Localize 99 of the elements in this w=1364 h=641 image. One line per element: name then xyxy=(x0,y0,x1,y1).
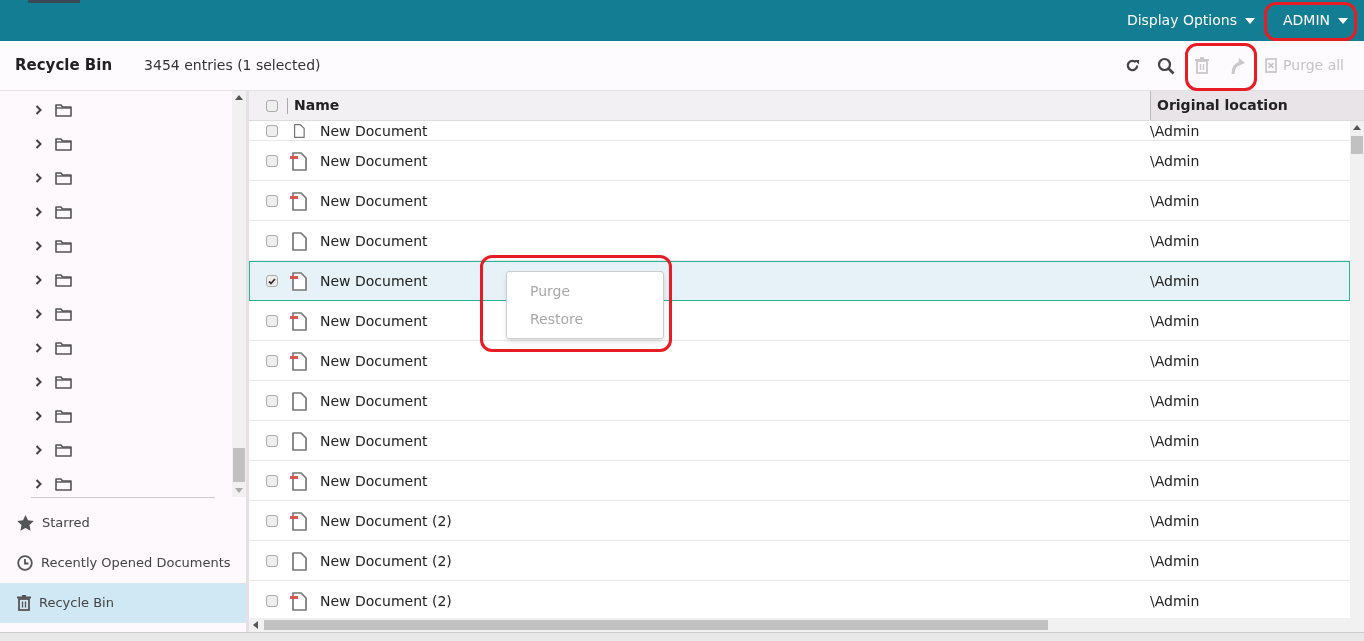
location-cell-text: \Admin xyxy=(1150,431,1200,451)
location-cell-text: \Admin xyxy=(1150,471,1200,491)
folder-icon xyxy=(55,103,72,117)
location-cell-text: \Admin xyxy=(1150,551,1200,571)
row-checkbox[interactable] xyxy=(266,155,278,167)
scroll-up-icon xyxy=(1353,125,1361,130)
table-row[interactable]: New Document \Admin xyxy=(249,141,1350,181)
trash-icon xyxy=(1195,57,1210,74)
row-checkbox[interactable] xyxy=(266,515,278,527)
document-name: New Document (2) xyxy=(320,513,452,529)
table-row[interactable]: New Document \Admin xyxy=(249,421,1350,461)
row-checkbox[interactable] xyxy=(266,195,278,207)
folder-icon xyxy=(55,137,72,151)
folder-icon xyxy=(55,205,72,219)
location-cell-text: \Admin xyxy=(1150,591,1200,611)
user-menu[interactable]: ADMIN xyxy=(1266,0,1364,41)
row-checkbox[interactable] xyxy=(266,595,278,607)
table-row[interactable]: New Document (2) \Admin xyxy=(249,541,1350,581)
folder-icon xyxy=(55,341,72,355)
search-icon xyxy=(1157,56,1176,75)
display-options-menu[interactable]: Display Options xyxy=(1114,0,1267,41)
table-row[interactable]: New Document (2) \Admin xyxy=(249,501,1350,541)
document-name: New Document (2) xyxy=(320,553,452,569)
document-name: New Document xyxy=(320,233,428,249)
document-name: New Document xyxy=(320,473,428,489)
clock-icon xyxy=(17,555,33,571)
curved-arrow-icon xyxy=(1231,57,1246,74)
refresh-icon xyxy=(1124,58,1140,73)
document-name: New Document xyxy=(320,433,428,449)
scroll-down-icon xyxy=(235,488,243,493)
flagged-document-icon xyxy=(290,311,308,331)
location-cell-text: \Admin xyxy=(1150,191,1200,211)
folder-icon xyxy=(55,239,72,253)
folder-icon xyxy=(55,307,72,321)
logo-fragment xyxy=(28,0,80,3)
nav-item[interactable]: Recently Opened Documents xyxy=(0,543,246,583)
document-icon xyxy=(290,231,308,251)
annotation-outline xyxy=(1185,43,1257,91)
document-icon xyxy=(290,551,308,571)
document-name: New Document xyxy=(320,313,428,329)
document-icon xyxy=(290,391,308,411)
folder-icon xyxy=(55,409,72,423)
location-cell-text: \Admin xyxy=(1150,231,1200,251)
row-checkbox[interactable] xyxy=(266,555,278,567)
document-name: New Document xyxy=(320,393,428,409)
table-row[interactable]: New Document \Admin xyxy=(249,181,1350,221)
scrollbar-thumb xyxy=(233,448,245,482)
location-cell-text: \Admin xyxy=(1150,121,1200,141)
folder-icon xyxy=(55,171,72,185)
flagged-document-icon xyxy=(290,591,308,611)
column-header[interactable]: Name xyxy=(294,95,1150,116)
purge-all-icon xyxy=(1265,58,1278,73)
document-name: New Document xyxy=(320,193,428,209)
location-cell-text: \Admin xyxy=(1150,391,1200,411)
location-cell-text: \Admin xyxy=(1150,511,1200,531)
flagged-document-icon xyxy=(290,351,308,371)
caret-icon xyxy=(1338,17,1348,24)
flagged-document-icon xyxy=(290,191,308,211)
row-checkbox[interactable] xyxy=(266,315,278,327)
document-name: New Document xyxy=(320,153,428,169)
folder-icon xyxy=(55,443,72,457)
nav-item[interactable]: Starred xyxy=(0,503,246,543)
flagged-document-icon xyxy=(290,271,308,291)
folder-icon xyxy=(55,375,72,389)
scroll-up-icon xyxy=(235,95,243,100)
page-title: Recycle Bin xyxy=(15,55,113,77)
location-cell-text: \Admin xyxy=(1150,311,1200,331)
row-checkbox[interactable] xyxy=(266,235,278,247)
table-row[interactable]: New Document \Admin xyxy=(249,381,1350,421)
row-checkbox[interactable] xyxy=(266,395,278,407)
trash-icon xyxy=(17,595,31,611)
select-all-checkbox[interactable] xyxy=(266,99,278,112)
row-checkbox[interactable] xyxy=(266,355,278,367)
folder-icon xyxy=(55,273,72,287)
flagged-document-icon xyxy=(290,511,308,531)
nav-item[interactable]: Recycle Bin xyxy=(0,583,246,623)
document-icon xyxy=(290,431,308,451)
location-cell-text: \Admin xyxy=(1150,351,1200,371)
location-cell-text: \Admin xyxy=(1150,151,1200,171)
scroll-left-icon xyxy=(253,621,258,629)
star-icon xyxy=(17,515,34,531)
document-name: New Document xyxy=(320,273,428,289)
row-checkbox[interactable] xyxy=(266,475,278,487)
row-checkbox[interactable] xyxy=(266,275,278,287)
table-row[interactable]: New Document \Admin xyxy=(249,121,1350,141)
caret-icon xyxy=(1244,17,1255,24)
row-checkbox[interactable] xyxy=(266,125,278,137)
table-row[interactable]: New Document \Admin xyxy=(249,461,1350,501)
folder-icon xyxy=(55,477,72,491)
document-name: New Document xyxy=(320,353,428,369)
scrollbar-thumb xyxy=(1351,136,1363,154)
document-name: New Document (2) xyxy=(320,593,452,609)
table-row[interactable]: New Document \Admin xyxy=(249,341,1350,381)
flagged-document-icon xyxy=(290,151,308,171)
location-cell-text: \Admin xyxy=(1150,271,1200,291)
row-checkbox[interactable] xyxy=(266,435,278,447)
entry-count: 3454 entries (1 selected) xyxy=(144,56,321,75)
flagged-document-icon xyxy=(290,471,308,491)
document-name: New Document xyxy=(320,123,428,139)
